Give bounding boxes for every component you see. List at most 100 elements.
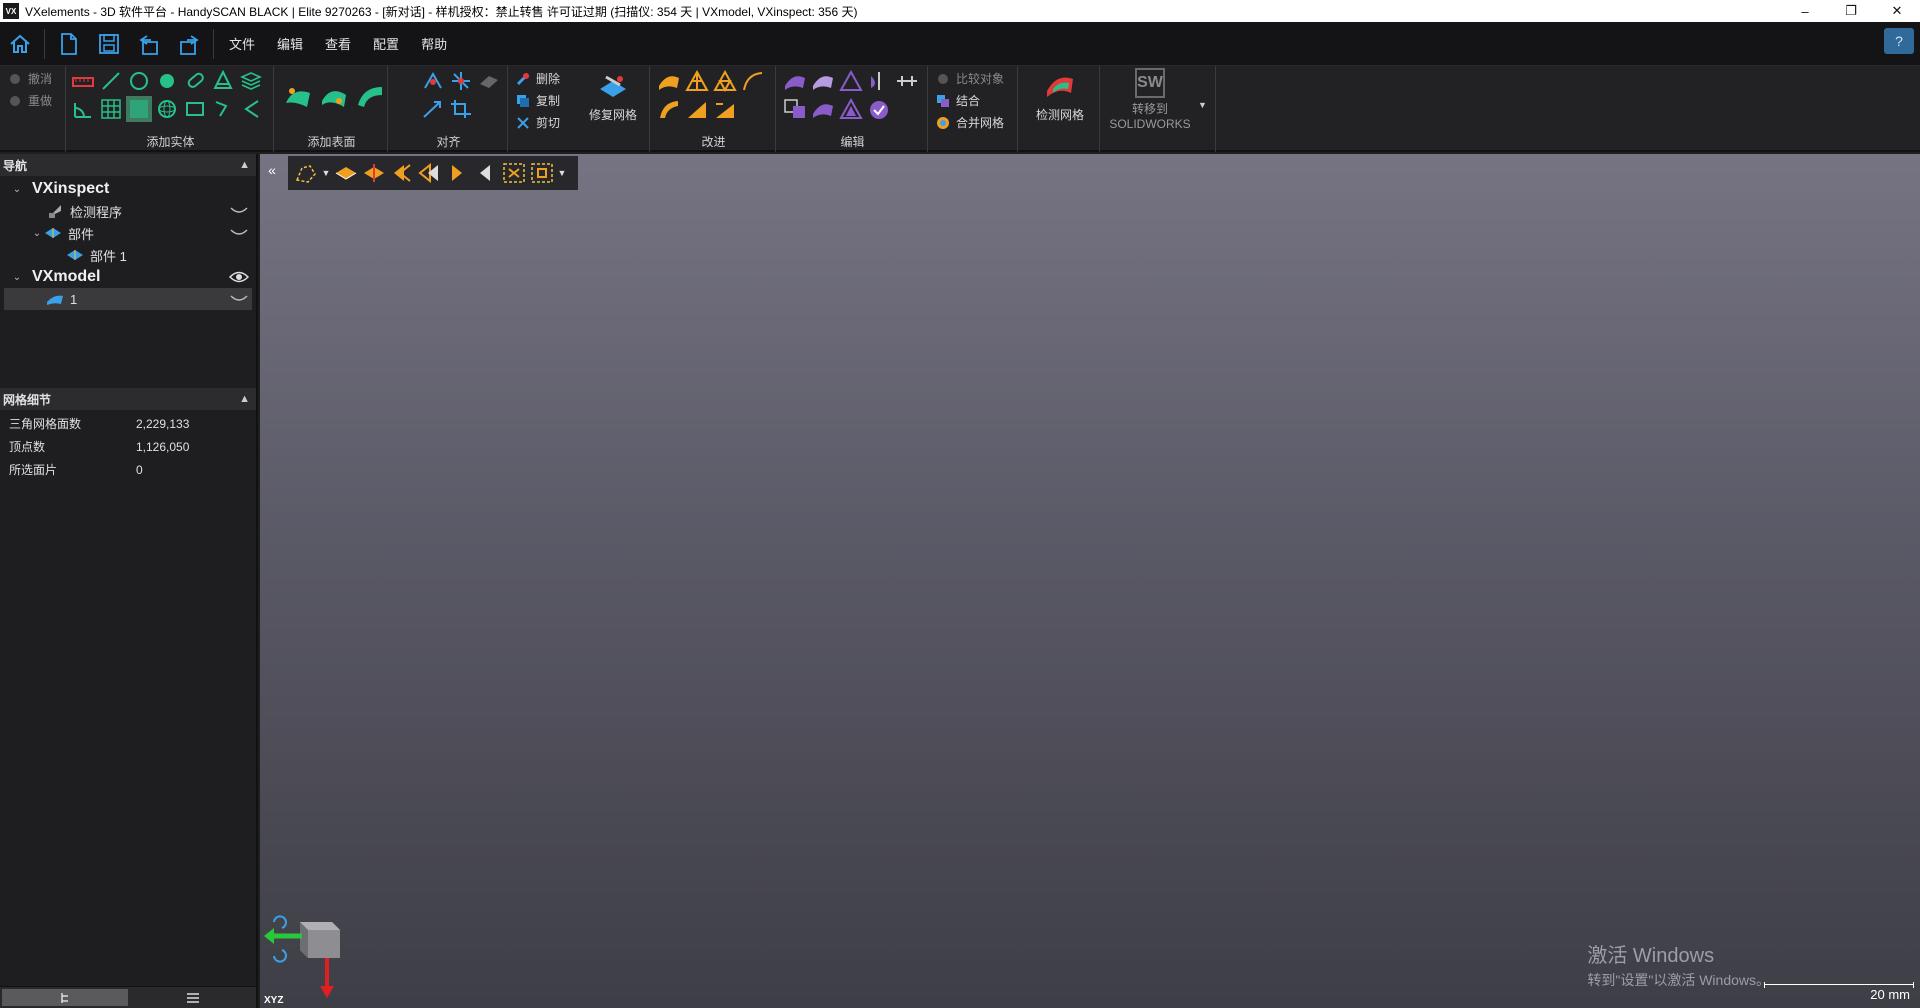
close-button[interactable]: ✕ [1874,0,1920,22]
menu-edit[interactable]: 编辑 [266,34,314,53]
cut-button[interactable]: 剪切 [516,114,560,131]
export-icon[interactable] [169,24,209,64]
line-icon[interactable] [98,68,124,94]
plane-icon[interactable] [126,96,152,122]
tree-node-vxmodel[interactable]: ⌄ VXmodel [0,266,256,288]
delete-button[interactable]: 删除 [516,70,560,87]
view-left-icon[interactable] [388,159,416,187]
subdivide-icon[interactable] [712,68,738,94]
redo-button[interactable]: 重做 [8,92,52,109]
tree-node-vxinspect[interactable]: ⌄ VXinspect [0,178,256,200]
list-view-tab[interactable] [130,987,256,1008]
surface-extrude-icon[interactable] [354,80,386,112]
view-top-icon[interactable] [332,159,360,187]
align-best-fit-icon[interactable] [420,68,446,94]
align-plane-icon[interactable] [476,68,502,94]
surface-patch-icon[interactable] [318,80,350,112]
cut-plane-icon[interactable] [866,68,892,94]
sphere-icon[interactable] [154,96,180,122]
chevron-down-icon[interactable]: ⌄ [30,228,44,239]
shrink-icon[interactable] [838,96,864,122]
rectangle-icon[interactable] [182,96,208,122]
zoom-selection-icon[interactable] [528,159,556,187]
zoom-fit-icon[interactable] [500,159,528,187]
repair-mesh-button[interactable]: 修复网格 [580,68,646,123]
new-file-icon[interactable] [49,24,89,64]
select-surface-icon[interactable] [782,68,808,94]
view-back-icon[interactable] [472,159,500,187]
chevron-down-icon[interactable]: ⌄ [10,184,24,195]
restore-button[interactable]: ❐ [1828,0,1874,22]
curve-icon[interactable] [740,68,766,94]
tree-node-label: VXmodel [32,268,101,285]
box-select-icon[interactable] [782,96,808,122]
lasso-icon[interactable] [810,68,836,94]
cone-icon[interactable] [210,68,236,94]
triangle-select-icon[interactable] [838,68,864,94]
layers-icon[interactable] [238,68,264,94]
selection-mode-icon[interactable] [292,159,320,187]
panel-tabs [0,986,256,1008]
menu-config[interactable]: 配置 [362,34,410,53]
view-previous-icon[interactable] [416,159,444,187]
chevron-up-icon[interactable]: ▲ [239,159,250,171]
hidden-eye-icon[interactable] [228,292,250,306]
home-icon[interactable] [0,24,40,64]
mesh-details-header[interactable]: 网格细节 ▲ [0,388,256,410]
polyline-icon[interactable] [210,96,236,122]
tree-view-tab[interactable] [2,989,128,1006]
compare-object-icon [936,72,950,86]
circle-icon[interactable] [126,68,152,94]
slot-icon[interactable] [182,68,208,94]
fill-holes-icon[interactable] [656,96,682,122]
smooth-icon[interactable] [656,68,682,94]
view-dropdown-icon[interactable]: ▼ [556,168,568,178]
measure-distance-icon[interactable] [70,68,96,94]
tree-node-inspect-program[interactable]: 检测程序 [0,200,256,222]
align-frame-icon[interactable] [448,96,474,122]
extend-icon[interactable] [810,96,836,122]
solidworks-dropdown-icon[interactable]: ▼ [1198,100,1207,110]
view-front-icon[interactable] [360,159,388,187]
help-chat-button[interactable]: ? [1884,28,1914,54]
bridge-icon[interactable] [684,96,710,122]
3d-viewport[interactable]: « ▼ ▼ XYZ 激活 Windows 转到"设置"以激活 Windows。 [260,154,1920,1008]
minimize-button[interactable]: – [1782,0,1828,22]
transfer-solidworks-button[interactable]: SW 转移到 SOLIDWORKS [1104,68,1196,131]
vector-icon[interactable] [238,96,264,122]
chevron-up-icon[interactable]: ▲ [239,393,250,405]
undo-button[interactable]: 撤消 [8,70,52,87]
validate-icon[interactable] [866,96,892,122]
import-icon[interactable] [129,24,169,64]
split-icon[interactable] [894,68,920,94]
selection-dropdown-icon[interactable]: ▼ [320,168,332,178]
surface-freeform-icon[interactable] [282,80,314,112]
save-icon[interactable] [89,24,129,64]
navigation-header[interactable]: 导航 ▲ [0,154,256,176]
inspect-mesh-button[interactable]: 检测网格 [1024,68,1096,123]
flatten-icon[interactable] [712,96,738,122]
point-icon[interactable] [154,68,180,94]
orientation-triad[interactable]: XYZ [260,898,370,1008]
hidden-eye-icon[interactable] [228,226,250,240]
combine-button[interactable]: 结合 [936,92,980,109]
collapse-panel-icon[interactable]: « [262,158,282,182]
align-vector-icon[interactable] [420,96,446,122]
merge-mesh-button[interactable]: 合并网格 [936,114,1004,131]
tree-node-mesh-1[interactable]: 1 [4,288,252,310]
menu-help[interactable]: 帮助 [410,34,458,53]
angle-icon[interactable] [70,96,96,122]
decimate-icon[interactable] [684,68,710,94]
copy-button[interactable]: 复制 [516,92,560,109]
compare-object-button[interactable]: 比较对象 [936,70,1004,87]
grid-icon[interactable] [98,96,124,122]
align-axes-icon[interactable] [448,68,474,94]
chevron-down-icon[interactable]: ⌄ [10,272,24,283]
menu-view[interactable]: 查看 [314,34,362,53]
tree-node-part-1[interactable]: 部件 1 [0,244,256,266]
view-next-icon[interactable] [444,159,472,187]
eye-icon[interactable] [228,270,250,284]
tree-node-parts[interactable]: ⌄ 部件 [0,222,256,244]
hidden-eye-icon[interactable] [228,204,250,218]
menu-file[interactable]: 文件 [218,34,266,53]
